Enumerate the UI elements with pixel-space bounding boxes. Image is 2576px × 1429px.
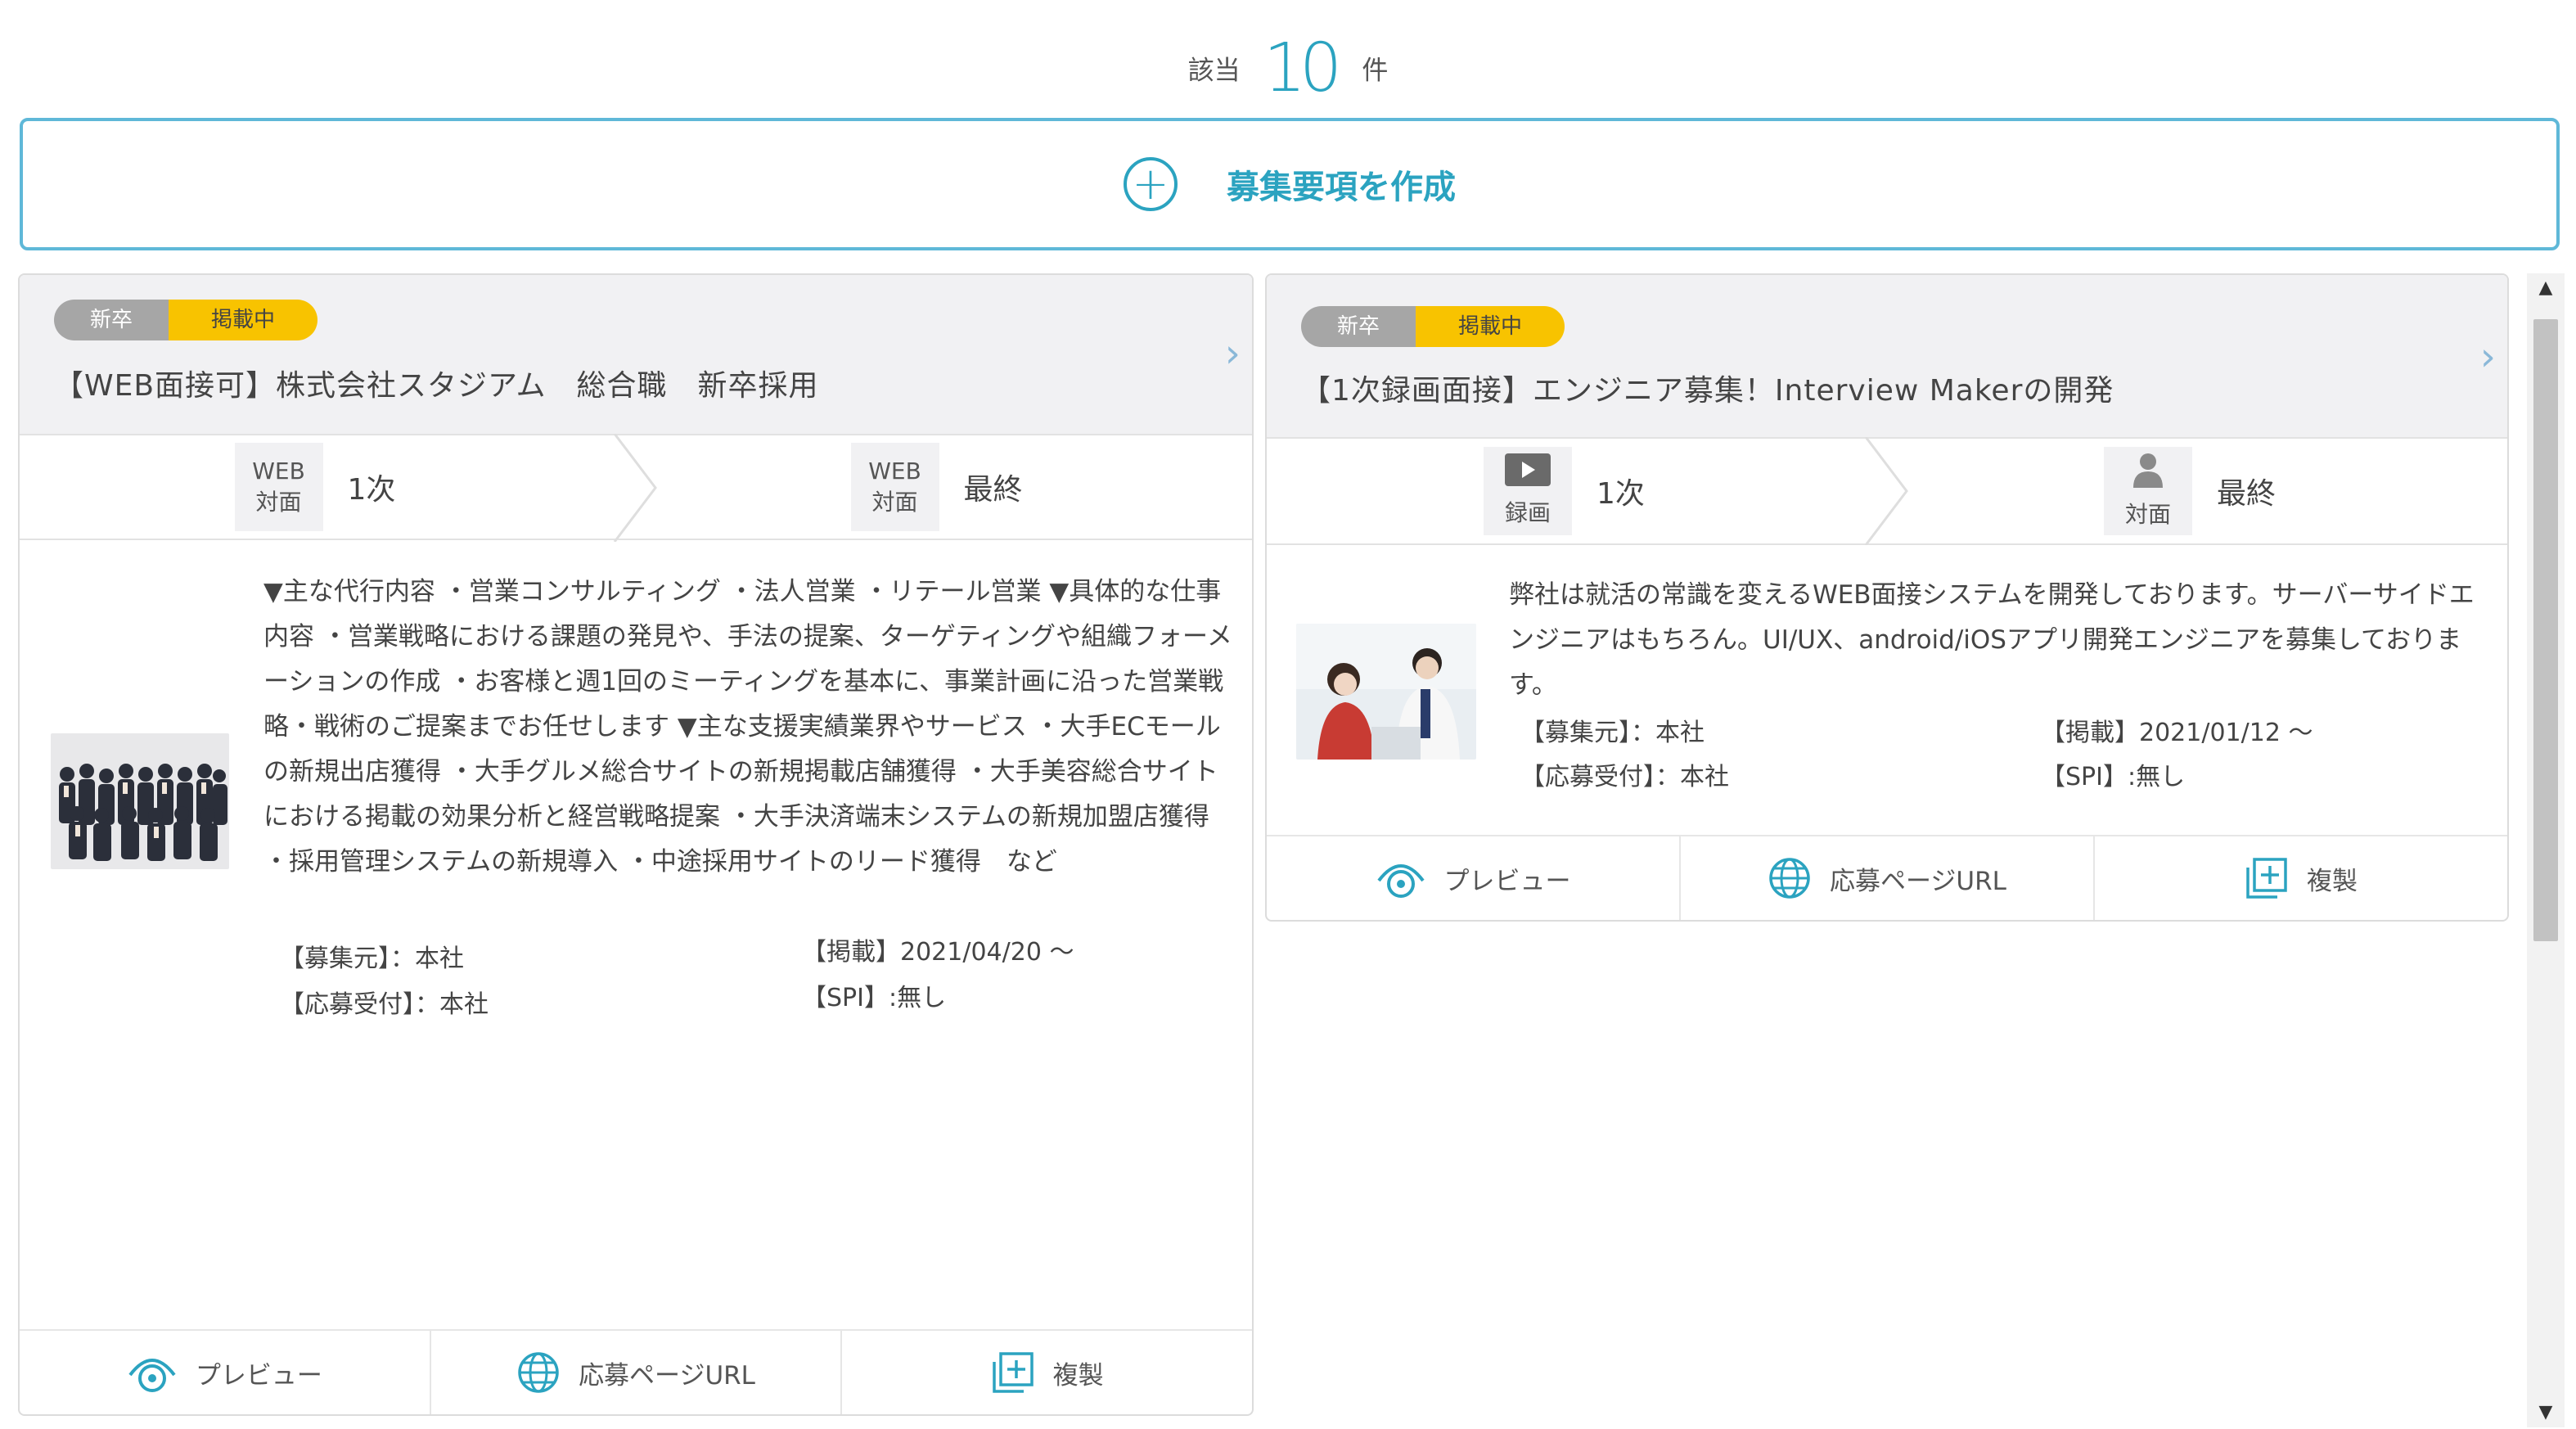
eye-icon [1376,856,1426,900]
step-label: 1次 [347,473,396,507]
interview-step: 録画 1次 [1267,437,1908,545]
globe-icon [516,1350,561,1395]
duplicate-icon [991,1350,1035,1395]
job-spi: 【SPI】:無し [2041,763,2186,791]
job-description: ▼主な代行内容 ・営業コンサルティング ・法人営業 ・リテール営業 ▼具体的な仕… [263,577,1232,877]
vertical-scrollbar[interactable]: ▲ ▼ [2527,273,2565,1427]
duplicate-label: 複製 [1052,1360,1104,1391]
step-type-line2: 対面 [871,489,918,516]
eye-icon [127,1350,178,1395]
job-description: 弊社は就活の常識を変えるWEB面接システムを開発しております。サーバーサイドエン… [1509,580,2475,700]
job-card-header[interactable]: 新卒 掲載中 【1次録画面接】エンジニア募集！Interview Makerの開… [1267,275,2507,439]
application-url-button[interactable]: 応募ページURL [1681,836,2095,920]
step-label: 最終 [2217,477,2277,511]
create-job-posting-button[interactable]: + 募集要項を作成 [20,118,2560,250]
step-type-badge: WEB 対面 [850,443,939,531]
job-title: 【1次録画面接】エンジニア募集！Interview Makerの開発 [1301,374,2114,408]
preview-button[interactable]: プレビュー [20,1331,431,1414]
result-count-number: 10 [1263,29,1342,107]
plus-circle-icon: + [1124,157,1178,211]
job-application: 【応募受付】：本社 [1520,763,1729,791]
step-arrow-icon [1864,437,1908,545]
job-card-actions: プレビュー 応募ページURL 複製 [1267,835,2507,920]
preview-button[interactable]: プレビュー [1267,836,1681,920]
job-card-header[interactable]: 新卒 掲載中 【WEB面接可】株式会社スタジアム 総合職 新卒採用 › [20,275,1252,435]
step-type-badge: 録画 [1484,447,1572,535]
step-type-badge: 対面 [2104,447,2192,535]
type-badge: 新卒 [54,300,169,340]
status-badge: 掲載中 [169,300,318,340]
status-badge: 掲載中 [1416,306,1565,347]
duplicate-label: 複製 [2307,866,2358,896]
step-type-badge: WEB 対面 [234,443,323,531]
video-icon [1505,453,1551,494]
badge-group: 新卒 掲載中 [54,300,318,340]
application-url-label: 応募ページURL [579,1360,755,1391]
chevron-right-icon[interactable]: › [2480,334,2496,380]
job-card: 新卒 掲載中 【WEB面接可】株式会社スタジアム 総合職 新卒採用 › WEB … [18,273,1254,1416]
application-url-label: 応募ページURL [1830,866,2006,896]
step-type-line1: 対面 [2124,501,2171,528]
job-card: 新卒 掲載中 【1次録画面接】エンジニア募集！Interview Makerの開… [1265,273,2509,922]
application-url-button[interactable]: 応募ページURL [431,1331,843,1414]
person-icon [2132,452,2164,496]
create-job-posting-label: 募集要項を作成 [1227,169,1456,206]
step-arrow-icon [613,434,657,542]
interview-step: WEB 対面 最終 [636,435,1252,539]
preview-label: プレビュー [1443,866,1571,896]
job-published-date: 【掲載】2021/01/12 ～ [2041,719,2313,747]
badge-group: 新卒 掲載中 [1301,306,1565,347]
step-type-line1: WEB [868,458,921,485]
scroll-up-arrow-icon[interactable]: ▲ [2527,273,2565,303]
step-type-line1: WEB [252,458,305,485]
job-application: 【応募受付】：本社 [280,990,489,1019]
step-label: 最終 [963,473,1023,507]
type-badge: 新卒 [1301,306,1416,347]
interview-steps: WEB 対面 1次 WEB 対面 最終 [20,434,1252,542]
step-type-line2: 対面 [255,489,302,516]
job-thumbnail-group-photo [51,733,229,869]
interview-step: 対面 最終 [1887,439,2507,543]
preview-label: プレビュー [195,1360,322,1391]
result-count-suffix: 件 [1362,54,1389,86]
duplicate-icon [2245,856,2289,900]
job-thumbnail-meeting-photo [1296,624,1476,760]
job-spi: 【SPI】:無し [802,984,947,1012]
job-published-date: 【掲載】2021/04/20 ～ [802,938,1074,967]
job-recruiter: 【募集元】：本社 [1520,719,1705,747]
result-count-prefix: 該当 [1187,54,1241,86]
scrollbar-thumb[interactable] [2533,319,2558,941]
duplicate-button[interactable]: 複製 [2095,836,2507,920]
duplicate-button[interactable]: 複製 [842,1331,1252,1414]
result-count: 該当 10 件 [0,29,2576,107]
step-label: 1次 [1596,477,1645,511]
job-title: 【WEB面接可】株式会社スタジアム 総合職 新卒採用 [54,369,819,403]
step-type-line1: 録画 [1504,499,1551,526]
interview-steps: 録画 1次 対面 最終 [1267,437,2507,545]
chevron-right-icon[interactable]: › [1225,331,1241,376]
job-card-actions: プレビュー 応募ページURL 複製 [20,1329,1252,1414]
job-recruiter: 【募集元】：本社 [280,944,464,973]
scroll-down-arrow-icon[interactable]: ▼ [2527,1398,2565,1427]
interview-step: WEB 対面 1次 [20,434,657,542]
globe-icon [1768,856,1812,900]
